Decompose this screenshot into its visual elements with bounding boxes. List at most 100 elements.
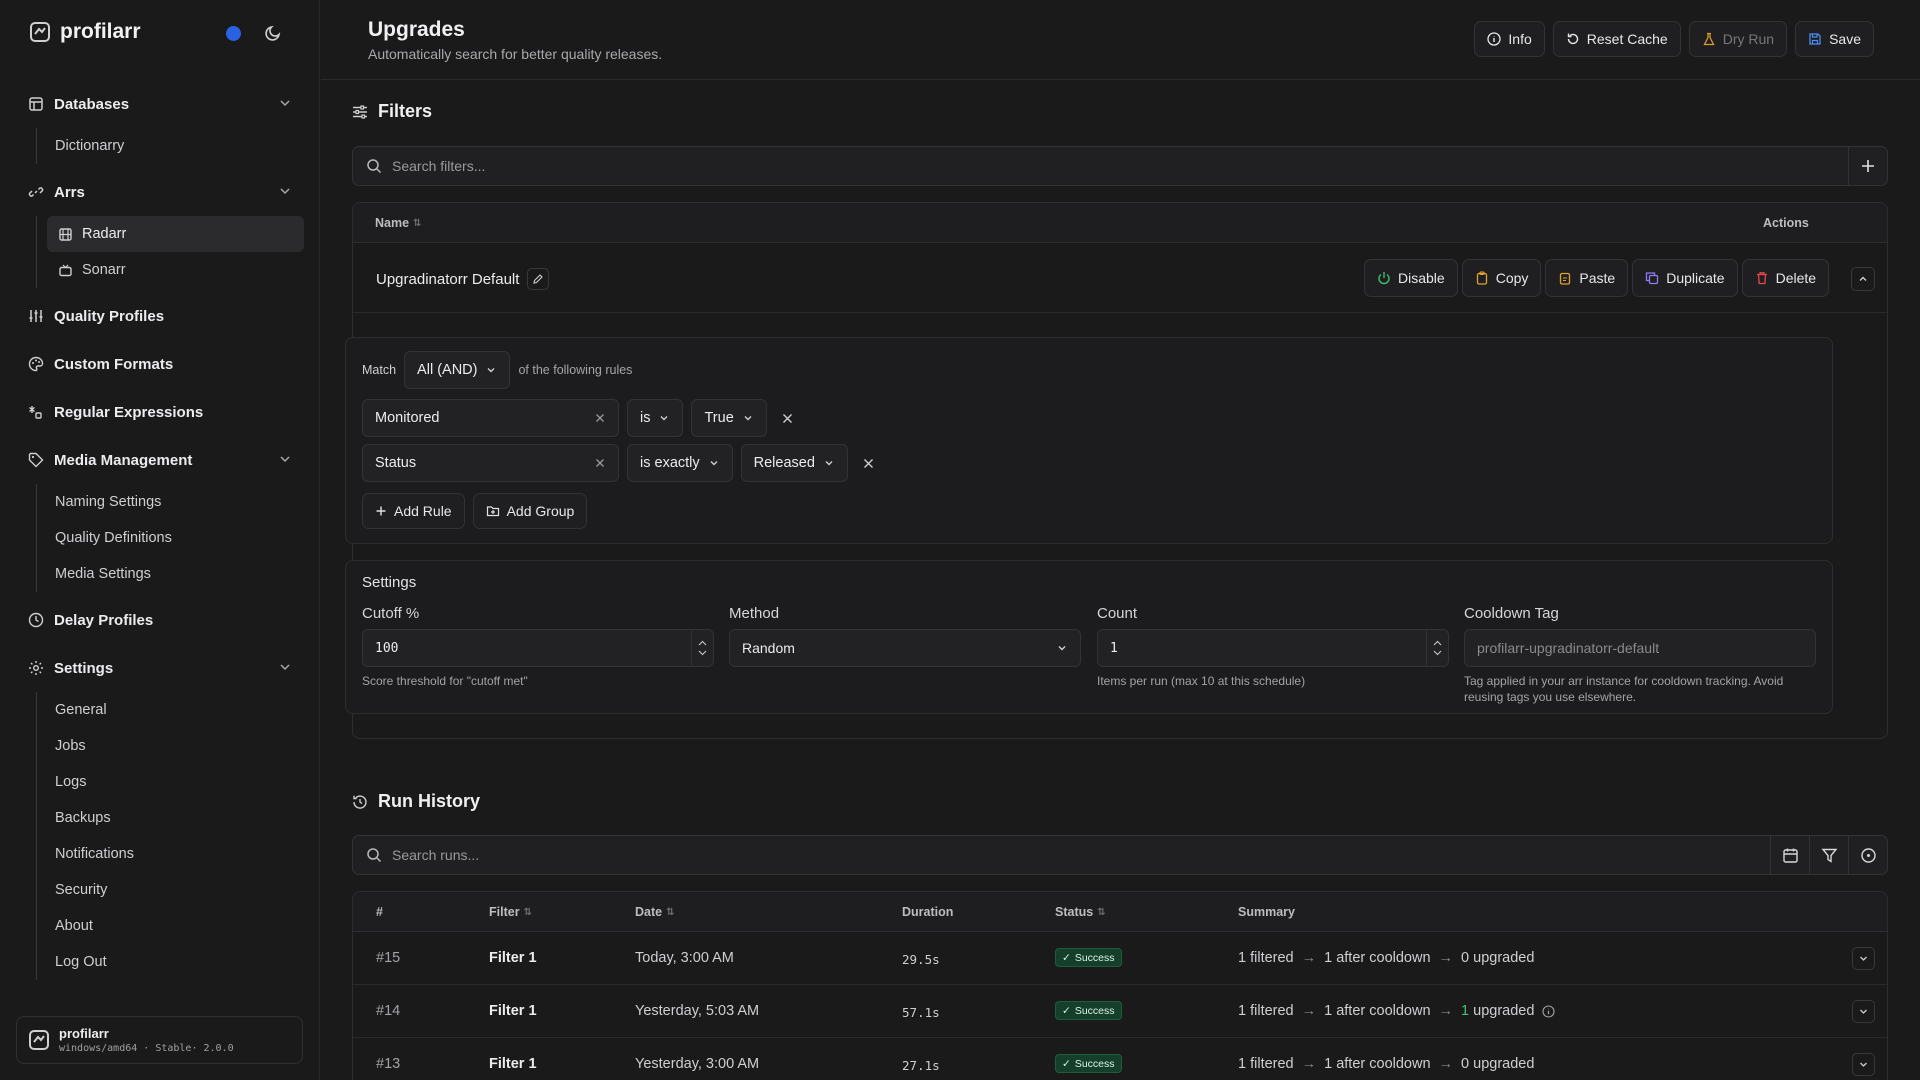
info-icon[interactable] xyxy=(1542,1004,1555,1018)
disable-button[interactable]: Disable xyxy=(1364,259,1458,297)
search-icon xyxy=(366,158,382,174)
sidebar-item-label: Naming Settings xyxy=(55,494,162,510)
main-content: Upgrades Automatically search for better… xyxy=(321,0,1920,1080)
summary-cooldown: 1 after cooldown xyxy=(1324,1003,1431,1019)
sidebar-group-settings[interactable]: Settings xyxy=(16,644,304,692)
remove-rule-button[interactable] xyxy=(862,457,875,470)
delete-button[interactable]: Delete xyxy=(1741,259,1830,297)
chevron-down-icon[interactable] xyxy=(278,96,292,110)
sidebar-item-media-settings[interactable]: Media Settings xyxy=(47,556,304,592)
column-name-label: Name xyxy=(375,216,410,230)
count-input[interactable]: 1 xyxy=(1097,629,1449,667)
sidebar-item-regular-expressions[interactable]: Regular Expressions xyxy=(16,388,304,436)
add-group-button[interactable]: Add Group xyxy=(472,493,588,529)
method-select[interactable]: Random xyxy=(729,629,1081,667)
target-icon xyxy=(1860,847,1876,863)
table-row[interactable]: #13 Filter 1 Yesterday, 3:00 AM 27.1s ✓ S… xyxy=(353,1038,1887,1080)
date-filter-button[interactable] xyxy=(1770,836,1809,874)
sidebar-group-label: Databases xyxy=(54,95,130,113)
filters-search-input[interactable]: Search filters... xyxy=(392,158,1848,174)
filter-runs-button[interactable] xyxy=(1809,836,1848,874)
column-summary: Summary xyxy=(1238,905,1295,919)
chevron-down-icon xyxy=(744,416,752,421)
sidebar-group-databases[interactable]: Databases xyxy=(16,80,304,128)
expand-row-button[interactable] xyxy=(1852,1000,1875,1023)
rule-operator-select[interactable]: is exactly xyxy=(627,444,733,482)
sidebar-item-label: Regular Expressions xyxy=(54,403,204,421)
sidebar-item-label: Notifications xyxy=(55,846,134,862)
copy-button[interactable]: Copy xyxy=(1461,259,1542,297)
column-date[interactable]: Date ⇅ xyxy=(635,905,674,919)
sidebar-item-radarr[interactable]: Radarr xyxy=(47,216,304,252)
expand-row-button[interactable] xyxy=(1852,1053,1875,1076)
table-row[interactable]: #14 Filter 1 Yesterday, 5:03 AM 57.1s ✓ S… xyxy=(353,985,1887,1038)
brand[interactable]: profilarr xyxy=(30,20,141,44)
arrow-right-icon: → xyxy=(1438,1003,1454,1019)
chevron-down-icon[interactable] xyxy=(278,452,292,466)
edit-name-button[interactable] xyxy=(527,268,550,290)
sidebar-item-jobs[interactable]: Jobs xyxy=(47,728,304,764)
save-button[interactable]: Save xyxy=(1795,21,1874,57)
sidebar-item-quality-profiles[interactable]: Quality Profiles xyxy=(16,292,304,340)
count-stepper[interactable] xyxy=(1426,630,1448,666)
status-filter-button[interactable] xyxy=(1848,836,1887,874)
sidebar-item-custom-formats[interactable]: Custom Formats xyxy=(16,340,304,388)
rule-operator-select[interactable]: is xyxy=(627,399,684,437)
info-button[interactable]: Info xyxy=(1474,21,1545,57)
sidebar-group-arrs[interactable]: Arrs xyxy=(16,168,304,216)
cooldown-input[interactable]: profilarr-upgradinatorr-default xyxy=(1464,629,1816,667)
runs-search-input[interactable]: Search runs... xyxy=(392,847,1770,863)
add-rule-button[interactable]: Add Rule xyxy=(362,493,465,529)
runs-search[interactable]: Search runs... xyxy=(352,835,1888,875)
sidebar-item-general[interactable]: General xyxy=(47,692,304,728)
column-filter[interactable]: Filter ⇅ xyxy=(489,905,532,919)
reset-cache-button[interactable]: Reset Cache xyxy=(1552,21,1681,57)
sidebar-item-label: Backups xyxy=(55,810,111,826)
accent-color-button[interactable] xyxy=(226,26,241,41)
rule-field-select[interactable]: Monitored xyxy=(362,399,619,437)
history-icon xyxy=(352,794,368,810)
theme-toggle-icon[interactable] xyxy=(264,24,282,42)
sidebar-item-delay-profiles[interactable]: Delay Profiles xyxy=(16,596,304,644)
collapse-row-button[interactable] xyxy=(1851,267,1875,291)
dry-run-button[interactable]: Dry Run xyxy=(1688,21,1788,57)
sidebar-item-security[interactable]: Security xyxy=(47,872,304,908)
cutoff-input[interactable]: 100 xyxy=(362,629,714,667)
chevron-down-icon xyxy=(698,650,707,656)
rule-operator-value: is xyxy=(640,410,651,426)
page-title: Upgrades xyxy=(368,18,465,41)
sidebar-item-log-out[interactable]: Log Out xyxy=(47,944,304,980)
chevron-down-icon[interactable] xyxy=(278,184,292,198)
chevron-down-icon[interactable] xyxy=(278,660,292,674)
expand-row-button[interactable] xyxy=(1852,947,1875,970)
sidebar-item-notifications[interactable]: Notifications xyxy=(47,836,304,872)
sidebar-item-naming-settings[interactable]: Naming Settings xyxy=(47,484,304,520)
column-status[interactable]: Status ⇅ xyxy=(1055,905,1106,919)
sidebar-item-dictionarry[interactable]: Dictionarry xyxy=(47,128,304,164)
sidebar-item-about[interactable]: About xyxy=(47,908,304,944)
sidebar-item-backups[interactable]: Backups xyxy=(47,800,304,836)
rule-value-select[interactable]: True xyxy=(691,399,767,437)
arrow-right-icon: → xyxy=(1438,1056,1454,1072)
sidebar-item-sonarr[interactable]: Sonarr xyxy=(47,252,304,288)
sidebar-group-media-management[interactable]: Media Management xyxy=(16,436,304,484)
rule-add-actions: Add Rule Add Group xyxy=(362,493,588,529)
chevron-up-icon xyxy=(1433,640,1442,646)
match-mode-select[interactable]: All (AND) xyxy=(404,351,511,389)
filter-row[interactable]: Upgradinatorr Default Disable Copy Paste xyxy=(353,243,1887,313)
paste-button[interactable]: Paste xyxy=(1545,259,1629,297)
remove-rule-button[interactable] xyxy=(781,412,794,425)
column-num: # xyxy=(376,905,383,919)
cutoff-stepper[interactable] xyxy=(691,630,713,666)
rule-value-select[interactable]: Released xyxy=(740,444,848,482)
rule-field-select[interactable]: Status xyxy=(362,444,619,482)
sidebar-item-quality-definitions[interactable]: Quality Definitions xyxy=(47,520,304,556)
chevron-down-icon xyxy=(1860,956,1867,961)
chevron-down-icon xyxy=(1056,642,1068,654)
add-filter-button[interactable] xyxy=(1848,147,1887,185)
duplicate-button[interactable]: Duplicate xyxy=(1632,259,1738,297)
sidebar-item-logs[interactable]: Logs xyxy=(47,764,304,800)
filters-search[interactable]: Search filters... xyxy=(352,146,1888,186)
column-name[interactable]: Name ⇅ xyxy=(375,216,421,230)
table-row[interactable]: #15 Filter 1 Today, 3:00 AM 29.5s ✓ Succe… xyxy=(353,932,1887,985)
